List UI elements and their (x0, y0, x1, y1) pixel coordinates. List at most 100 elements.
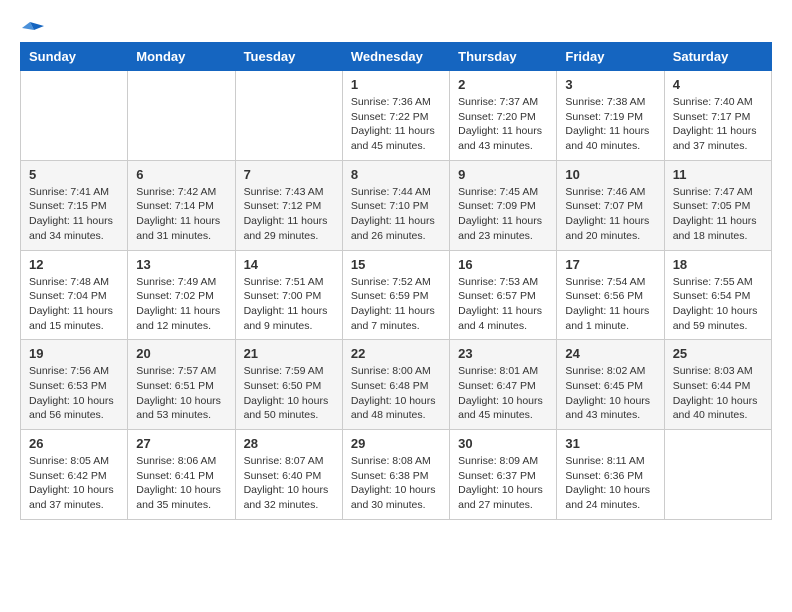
cell-info: Sunrise: 7:45 AMSunset: 7:09 PMDaylight:… (458, 185, 548, 244)
logo-bird-icon (22, 20, 44, 38)
day-number: 5 (29, 167, 119, 182)
week-row-5: 26 Sunrise: 8:05 AMSunset: 6:42 PMDayligh… (21, 430, 772, 520)
day-number: 19 (29, 346, 119, 361)
col-header-saturday: Saturday (664, 43, 771, 71)
day-number: 9 (458, 167, 548, 182)
cell-info: Sunrise: 8:09 AMSunset: 6:37 PMDaylight:… (458, 454, 548, 513)
cell-info: Sunrise: 7:38 AMSunset: 7:19 PMDaylight:… (565, 95, 655, 154)
day-number: 16 (458, 257, 548, 272)
week-row-4: 19 Sunrise: 7:56 AMSunset: 6:53 PMDayligh… (21, 340, 772, 430)
calendar-cell: 7 Sunrise: 7:43 AMSunset: 7:12 PMDaylight… (235, 160, 342, 250)
cell-info: Sunrise: 7:40 AMSunset: 7:17 PMDaylight:… (673, 95, 763, 154)
cell-info: Sunrise: 7:55 AMSunset: 6:54 PMDaylight:… (673, 275, 763, 334)
day-number: 22 (351, 346, 441, 361)
day-number: 11 (673, 167, 763, 182)
calendar-cell: 10 Sunrise: 7:46 AMSunset: 7:07 PMDayligh… (557, 160, 664, 250)
week-row-3: 12Sunrise: 7:48 AMSunset: 7:04 PMDayligh… (21, 250, 772, 340)
day-number: 14 (244, 257, 334, 272)
day-number: 21 (244, 346, 334, 361)
calendar-cell: 8 Sunrise: 7:44 AMSunset: 7:10 PMDaylight… (342, 160, 449, 250)
day-number: 28 (244, 436, 334, 451)
calendar-cell: 14 Sunrise: 7:51 AMSunset: 7:00 PMDayligh… (235, 250, 342, 340)
day-number: 2 (458, 77, 548, 92)
logo (20, 20, 44, 32)
calendar-cell: 18 Sunrise: 7:55 AMSunset: 6:54 PMDayligh… (664, 250, 771, 340)
cell-info: Sunrise: 7:47 AMSunset: 7:05 PMDaylight:… (673, 185, 763, 244)
col-header-wednesday: Wednesday (342, 43, 449, 71)
calendar-cell: 21 Sunrise: 7:59 AMSunset: 6:50 PMDayligh… (235, 340, 342, 430)
cell-info: Sunrise: 8:11 AMSunset: 6:36 PMDaylight:… (565, 454, 655, 513)
calendar-cell: 29 Sunrise: 8:08 AMSunset: 6:38 PMDayligh… (342, 430, 449, 520)
calendar-cell: 15 Sunrise: 7:52 AMSunset: 6:59 PMDayligh… (342, 250, 449, 340)
calendar-cell: 30 Sunrise: 8:09 AMSunset: 6:37 PMDayligh… (450, 430, 557, 520)
cell-info: Sunrise: 7:48 AMSunset: 7:04 PMDaylight:… (29, 275, 119, 334)
calendar-cell: 24 Sunrise: 8:02 AMSunset: 6:45 PMDayligh… (557, 340, 664, 430)
calendar-table: SundayMondayTuesdayWednesdayThursdayFrid… (20, 42, 772, 520)
cell-info: Sunrise: 7:57 AMSunset: 6:51 PMDaylight:… (136, 364, 226, 423)
day-number: 24 (565, 346, 655, 361)
col-header-thursday: Thursday (450, 43, 557, 71)
calendar-cell: 13 Sunrise: 7:49 AMSunset: 7:02 PMDayligh… (128, 250, 235, 340)
calendar-cell: 2 Sunrise: 7:37 AMSunset: 7:20 PMDaylight… (450, 71, 557, 161)
day-number: 30 (458, 436, 548, 451)
calendar-cell: 31 Sunrise: 8:11 AMSunset: 6:36 PMDayligh… (557, 430, 664, 520)
day-number: 20 (136, 346, 226, 361)
cell-info: Sunrise: 8:08 AMSunset: 6:38 PMDaylight:… (351, 454, 441, 513)
cell-info: Sunrise: 7:46 AMSunset: 7:07 PMDaylight:… (565, 185, 655, 244)
col-header-monday: Monday (128, 43, 235, 71)
calendar-cell: 3 Sunrise: 7:38 AMSunset: 7:19 PMDaylight… (557, 71, 664, 161)
day-number: 18 (673, 257, 763, 272)
cell-info: Sunrise: 8:05 AMSunset: 6:42 PMDaylight:… (29, 454, 119, 513)
cell-info: Sunrise: 7:54 AMSunset: 6:56 PMDaylight:… (565, 275, 655, 334)
cell-info: Sunrise: 8:03 AMSunset: 6:44 PMDaylight:… (673, 364, 763, 423)
cell-info: Sunrise: 7:53 AMSunset: 6:57 PMDaylight:… (458, 275, 548, 334)
day-number: 15 (351, 257, 441, 272)
calendar-cell: 17 Sunrise: 7:54 AMSunset: 6:56 PMDayligh… (557, 250, 664, 340)
cell-info: Sunrise: 7:49 AMSunset: 7:02 PMDaylight:… (136, 275, 226, 334)
week-row-1: 1Sunrise: 7:36 AMSunset: 7:22 PMDaylight… (21, 71, 772, 161)
day-number: 13 (136, 257, 226, 272)
calendar-cell: 19 Sunrise: 7:56 AMSunset: 6:53 PMDayligh… (21, 340, 128, 430)
day-number: 4 (673, 77, 763, 92)
day-number: 23 (458, 346, 548, 361)
cell-info: Sunrise: 8:02 AMSunset: 6:45 PMDaylight:… (565, 364, 655, 423)
day-number: 29 (351, 436, 441, 451)
day-number: 10 (565, 167, 655, 182)
col-header-friday: Friday (557, 43, 664, 71)
cell-info: Sunrise: 7:44 AMSunset: 7:10 PMDaylight:… (351, 185, 441, 244)
cell-info: Sunrise: 7:56 AMSunset: 6:53 PMDaylight:… (29, 364, 119, 423)
cell-info: Sunrise: 7:41 AMSunset: 7:15 PMDaylight:… (29, 185, 119, 244)
day-number: 31 (565, 436, 655, 451)
cell-info: Sunrise: 7:36 AMSunset: 7:22 PMDaylight:… (351, 95, 441, 154)
day-number: 6 (136, 167, 226, 182)
week-row-2: 5 Sunrise: 7:41 AMSunset: 7:15 PMDaylight… (21, 160, 772, 250)
day-number: 8 (351, 167, 441, 182)
day-number: 3 (565, 77, 655, 92)
day-number: 26 (29, 436, 119, 451)
calendar-cell: 11 Sunrise: 7:47 AMSunset: 7:05 PMDayligh… (664, 160, 771, 250)
calendar-cell: 20 Sunrise: 7:57 AMSunset: 6:51 PMDayligh… (128, 340, 235, 430)
calendar-cell: 12Sunrise: 7:48 AMSunset: 7:04 PMDayligh… (21, 250, 128, 340)
cell-info: Sunrise: 7:52 AMSunset: 6:59 PMDaylight:… (351, 275, 441, 334)
calendar-header-row: SundayMondayTuesdayWednesdayThursdayFrid… (21, 43, 772, 71)
day-number: 27 (136, 436, 226, 451)
page-header (20, 20, 772, 32)
cell-info: Sunrise: 7:43 AMSunset: 7:12 PMDaylight:… (244, 185, 334, 244)
calendar-cell (21, 71, 128, 161)
cell-info: Sunrise: 7:37 AMSunset: 7:20 PMDaylight:… (458, 95, 548, 154)
cell-info: Sunrise: 8:07 AMSunset: 6:40 PMDaylight:… (244, 454, 334, 513)
cell-info: Sunrise: 7:42 AMSunset: 7:14 PMDaylight:… (136, 185, 226, 244)
calendar-cell (235, 71, 342, 161)
cell-info: Sunrise: 7:59 AMSunset: 6:50 PMDaylight:… (244, 364, 334, 423)
cell-info: Sunrise: 8:01 AMSunset: 6:47 PMDaylight:… (458, 364, 548, 423)
calendar-cell: 23 Sunrise: 8:01 AMSunset: 6:47 PMDayligh… (450, 340, 557, 430)
calendar-cell: 27Sunrise: 8:06 AMSunset: 6:41 PMDayligh… (128, 430, 235, 520)
day-number: 17 (565, 257, 655, 272)
calendar-cell: 6 Sunrise: 7:42 AMSunset: 7:14 PMDaylight… (128, 160, 235, 250)
cell-info: Sunrise: 8:00 AMSunset: 6:48 PMDaylight:… (351, 364, 441, 423)
calendar-cell: 4 Sunrise: 7:40 AMSunset: 7:17 PMDaylight… (664, 71, 771, 161)
calendar-cell: 22 Sunrise: 8:00 AMSunset: 6:48 PMDayligh… (342, 340, 449, 430)
cell-info: Sunrise: 7:51 AMSunset: 7:00 PMDaylight:… (244, 275, 334, 334)
calendar-cell: 1Sunrise: 7:36 AMSunset: 7:22 PMDaylight… (342, 71, 449, 161)
day-number: 7 (244, 167, 334, 182)
